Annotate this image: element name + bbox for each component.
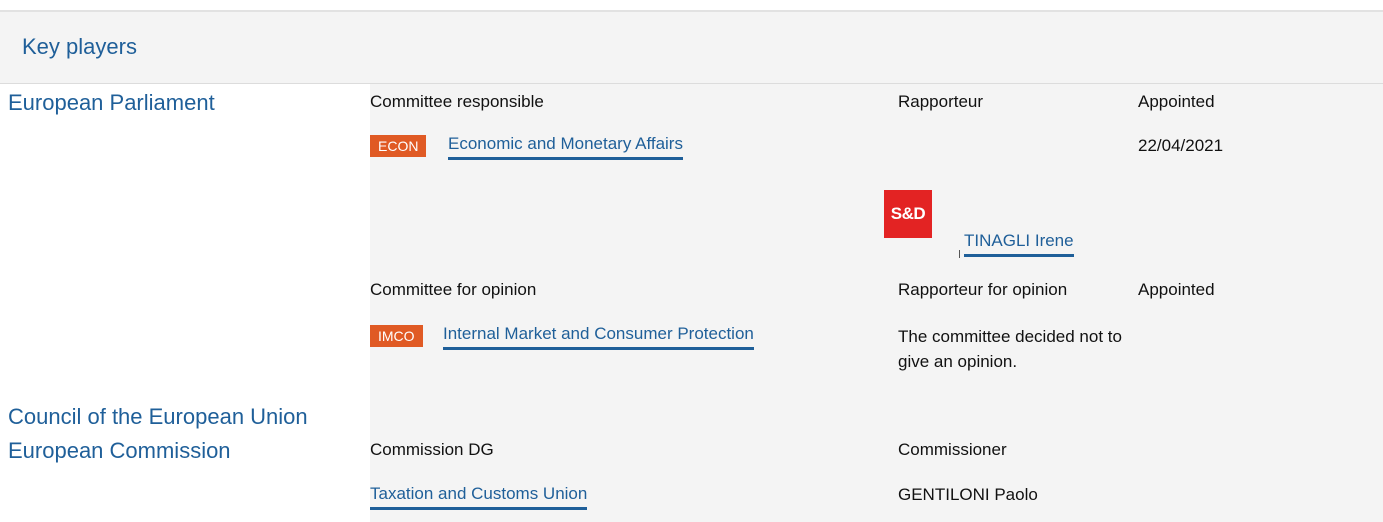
opinion-note: The committee decided not to give an opi…	[898, 327, 1122, 371]
dg-link-taxud[interactable]: Taxation and Customs Union	[370, 484, 588, 510]
logo-divider	[959, 250, 960, 258]
key-players-body: European Parliament Council of the Europ…	[0, 84, 1383, 522]
rapporteur-link-tinagli[interactable]: TINAGLI Irene	[964, 231, 1074, 257]
header-appointed: Appointed	[1138, 92, 1215, 111]
details-column: Committee responsible Rapporteur Appoint…	[370, 84, 1383, 522]
header-rapporteur: Rapporteur	[898, 92, 984, 111]
institution-european-commission[interactable]: European Commission	[8, 438, 231, 464]
committee-badge-econ: ECON	[370, 135, 427, 157]
committee-link-econ[interactable]: Economic and Monetary Affairs	[448, 134, 683, 160]
header-appointed-opinion: Appointed	[1138, 280, 1215, 299]
header-committee-responsible: Committee responsible	[370, 92, 544, 111]
header-rapporteur-opinion: Rapporteur for opinion	[898, 280, 1068, 299]
commissioner-name: GENTILONI Paolo	[898, 485, 1038, 504]
sd-party-logo[interactable]: S&D	[884, 190, 932, 238]
institution-european-parliament[interactable]: European Parliament	[8, 90, 215, 116]
section-title: Key players	[22, 34, 137, 59]
committee-link-imco[interactable]: Internal Market and Consumer Protection	[443, 324, 754, 350]
header-commission-dg: Commission DG	[370, 440, 494, 459]
institutions-column: European Parliament Council of the Europ…	[0, 84, 370, 522]
header-committee-opinion: Committee for opinion	[370, 280, 537, 299]
sd-party-logo-text: S&D	[890, 204, 926, 223]
appointed-date: 22/04/2021	[1138, 136, 1224, 155]
institution-council[interactable]: Council of the European Union	[8, 404, 308, 430]
section-header: Key players	[0, 12, 1383, 84]
committee-badge-imco: IMCO	[370, 325, 423, 347]
header-commissioner: Commissioner	[898, 440, 1007, 459]
